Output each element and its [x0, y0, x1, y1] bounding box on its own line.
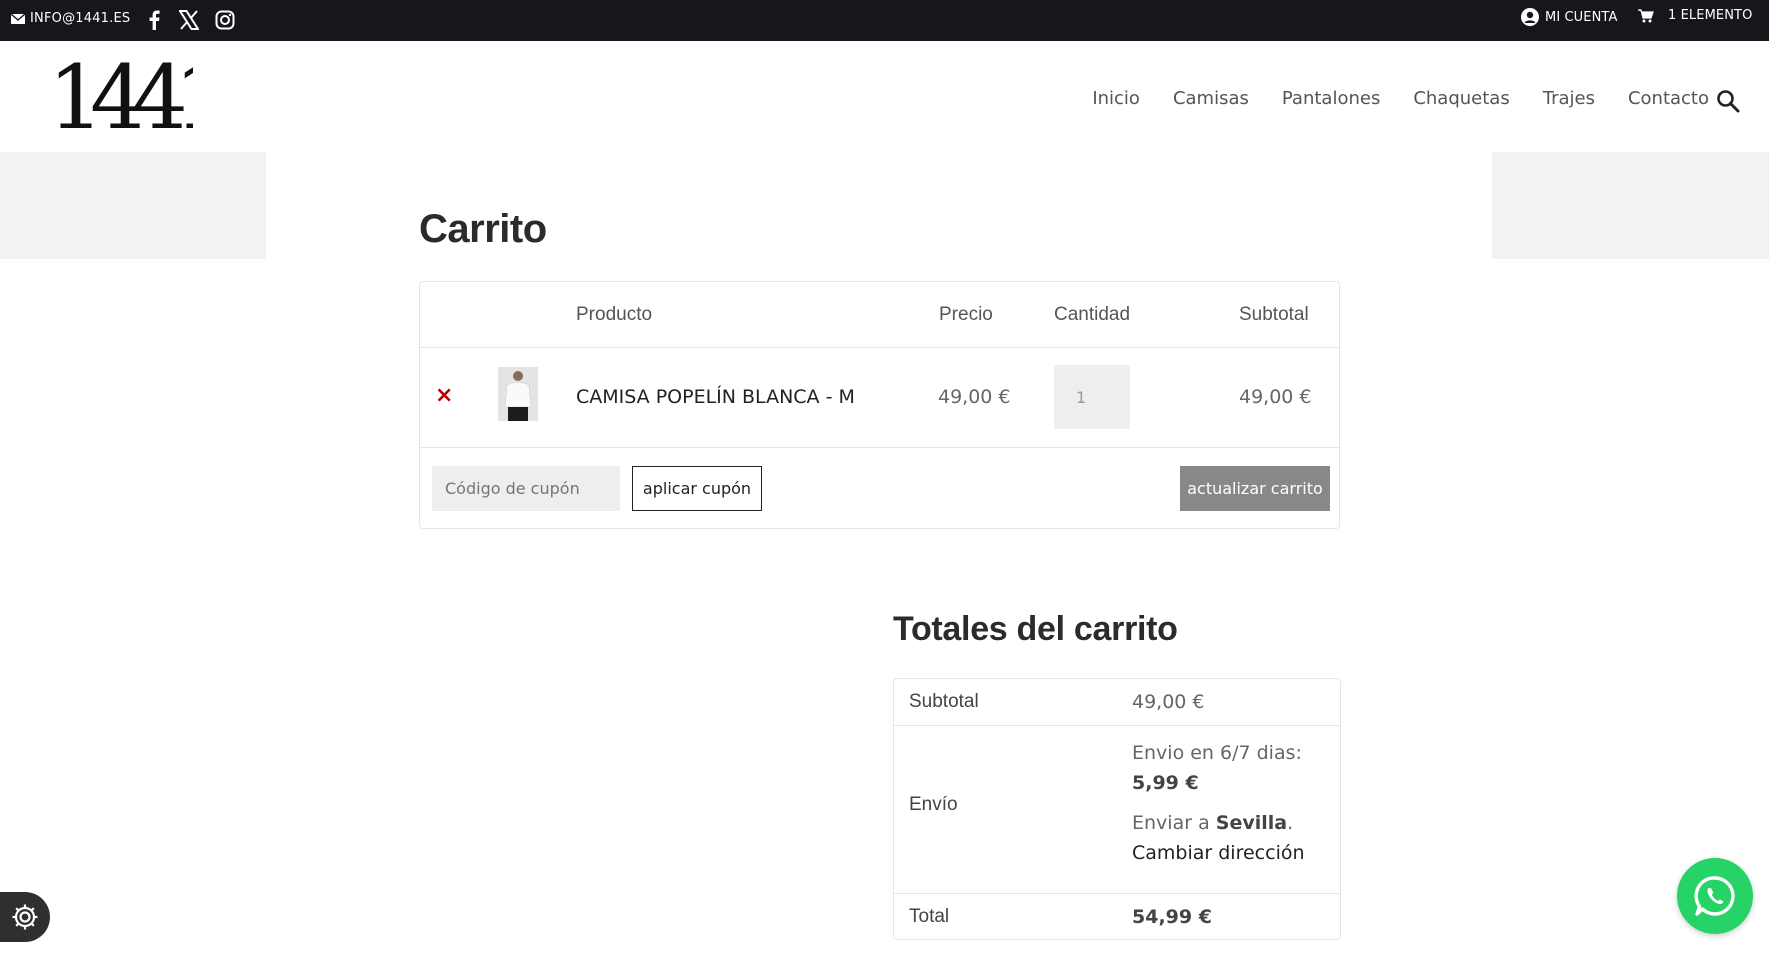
table-row: × CAMISA POPELÍN BLANCA - M 49,00 € 49,0…: [420, 348, 1339, 448]
my-account-link[interactable]: MI CUENTA: [1521, 8, 1617, 26]
nav-inicio[interactable]: Inicio: [1092, 88, 1140, 109]
svg-text:1441: 1441: [48, 56, 193, 136]
cart-table: Producto Precio Cantidad Subtotal × CAMI…: [419, 281, 1340, 529]
product-thumbnail[interactable]: [498, 367, 538, 421]
nav-camisas[interactable]: Camisas: [1173, 88, 1249, 109]
subtotal-value: 49,00 €: [1132, 691, 1205, 713]
page-title: Carrito: [419, 207, 547, 251]
site-logo[interactable]: 1441: [48, 56, 193, 136]
gear-icon: [12, 904, 38, 930]
ship-to-text: Enviar a Sevilla.: [1132, 808, 1305, 838]
product-subtotal: 49,00 €: [1239, 386, 1312, 408]
ship-to-prefix: Enviar a: [1132, 812, 1210, 834]
top-bar: INFO@1441.ES MI CUENTA 1 ELEMENTO: [0, 0, 1769, 41]
shipping-method: Envio en 6/7 dias:: [1132, 742, 1302, 764]
x-twitter-icon[interactable]: [176, 7, 202, 33]
subtotal-label: Subtotal: [909, 691, 979, 712]
whatsapp-chat-button[interactable]: [1677, 858, 1753, 934]
apply-coupon-button[interactable]: aplicar cupón: [632, 466, 762, 511]
nav-pantalones[interactable]: Pantalones: [1282, 88, 1380, 109]
totals-total-row: Total 54,99 €: [894, 894, 1340, 941]
col-product: Producto: [576, 304, 653, 325]
instagram-icon[interactable]: [212, 7, 238, 33]
product-price: 49,00 €: [938, 386, 1011, 408]
total-value: 54,99 €: [1132, 906, 1212, 928]
update-cart-button[interactable]: actualizar carrito: [1180, 466, 1330, 511]
ship-to-suffix: .: [1287, 812, 1294, 834]
change-address-link[interactable]: Cambiar dirección: [1132, 838, 1305, 868]
totals-subtotal-row: Subtotal 49,00 €: [894, 679, 1340, 726]
my-account-label: MI CUENTA: [1545, 9, 1618, 25]
cart-totals-title: Totales del carrito: [893, 610, 1178, 648]
envelope-icon: [11, 13, 25, 24]
site-header: 1441 Inicio Camisas Pantalones Chaquetas…: [0, 41, 1769, 152]
user-icon: [1521, 8, 1539, 26]
col-subtotal: Subtotal: [1239, 304, 1309, 325]
whatsapp-icon: [1694, 876, 1735, 916]
totals-shipping-row: Envío Envio en 6/7 dias: 5,99 € Enviar a…: [894, 726, 1340, 894]
email-text: INFO@1441.ES: [30, 11, 131, 26]
facebook-icon[interactable]: [141, 7, 167, 33]
shipping-details: Envio en 6/7 dias: 5,99 € Enviar a Sevil…: [1132, 738, 1305, 868]
cart-count-label: 1 ELEMENTO: [1668, 8, 1753, 23]
shipping-cost: 5,99 €: [1132, 772, 1199, 794]
nav-trajes[interactable]: Trajes: [1543, 88, 1595, 109]
email-link[interactable]: INFO@1441.ES: [11, 11, 130, 26]
cart-totals-table: Subtotal 49,00 € Envío Envio en 6/7 dias…: [893, 678, 1341, 940]
cart-icon: [1638, 8, 1654, 22]
col-quantity: Cantidad: [1054, 304, 1131, 325]
ship-to-city: Sevilla: [1215, 812, 1288, 834]
remove-item-button[interactable]: ×: [435, 385, 455, 407]
nav-chaquetas[interactable]: Chaquetas: [1413, 88, 1509, 109]
coupon-code-input[interactable]: [432, 466, 620, 511]
main-nav: Inicio Camisas Pantalones Chaquetas Traj…: [1092, 88, 1709, 109]
nav-contacto[interactable]: Contacto: [1628, 88, 1709, 109]
quantity-input[interactable]: [1054, 365, 1130, 429]
product-name-link[interactable]: CAMISA POPELÍN BLANCA - M: [576, 386, 855, 408]
cookie-settings-button[interactable]: [0, 892, 50, 942]
cart-link[interactable]: 1 ELEMENTO: [1638, 8, 1752, 23]
search-icon[interactable]: [1716, 89, 1740, 113]
col-price: Precio: [939, 304, 993, 325]
cart-table-header: Producto Precio Cantidad Subtotal: [420, 282, 1339, 348]
total-label: Total: [909, 906, 950, 927]
shipping-label: Envío: [909, 794, 958, 815]
